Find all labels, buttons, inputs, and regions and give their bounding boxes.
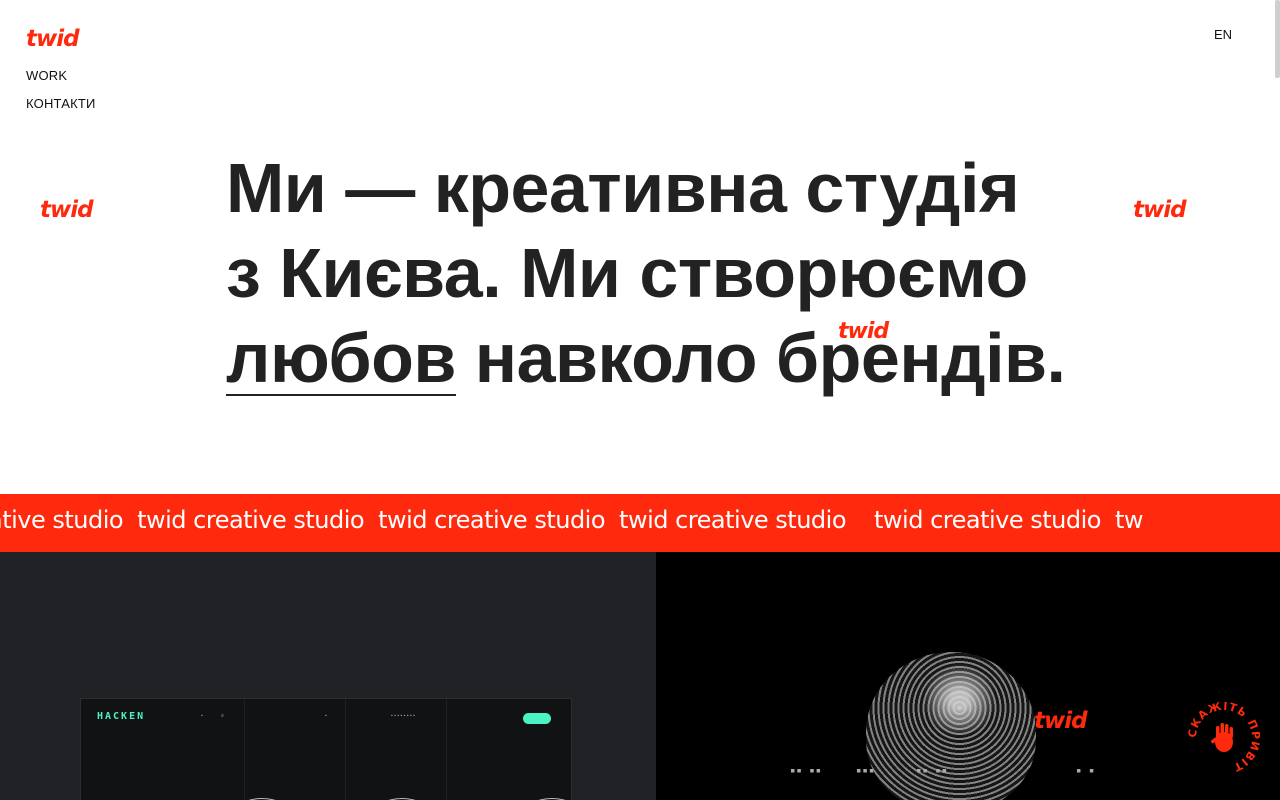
glitch-decoration: ▪▪▪ bbox=[856, 766, 876, 776]
overlay-logo: twid bbox=[1034, 708, 1088, 734]
mockup-text: ▪ ▪ ▪ ▪ ▪ ▪ ▪ ▪ bbox=[391, 713, 415, 719]
project-mockup: HACKEN ▪ ≡ ▪ ▪ ▪ ▪ ▪ ▪ ▪ ▪ ▪ bbox=[80, 698, 583, 800]
mockup-divider bbox=[345, 699, 346, 800]
hero-line-3: любов навколо брендів. bbox=[226, 316, 1106, 401]
nav-contacts-link[interactable]: КОНТАКТИ bbox=[26, 96, 96, 111]
marquee-item: twid creative studio bbox=[378, 506, 606, 534]
glitch-decoration: ▪ ▪ bbox=[1076, 766, 1096, 776]
abstract-3d-visual bbox=[866, 652, 1036, 800]
mockup-text: ▪ bbox=[201, 713, 203, 719]
say-hi-stamp[interactable]: СКАЖІТЬ ПРИВІТ bbox=[1186, 700, 1262, 776]
hero-line-2: з Києва. Ми створюємо bbox=[226, 234, 1028, 312]
glitch-decoration: ▪▪ ▪▪ bbox=[916, 766, 949, 776]
marquee-item: tw bbox=[1114, 506, 1144, 534]
mockup-header: HACKEN ▪ ≡ ▪ ▪ ▪ ▪ ▪ ▪ ▪ ▪ ▪ bbox=[81, 699, 571, 735]
mockup-text: ▪ bbox=[325, 713, 327, 719]
marquee-item: twid creative studio bbox=[137, 506, 365, 534]
mockup-divider bbox=[446, 699, 447, 800]
marquee-item: twid creative studio bbox=[874, 506, 1101, 534]
floating-logo: twid bbox=[838, 319, 889, 344]
scrollbar[interactable] bbox=[1275, 0, 1280, 78]
mockup-button bbox=[523, 713, 551, 724]
glitch-decoration: ▪▪ ▪▪ bbox=[790, 766, 823, 776]
hero-link-love[interactable]: любов bbox=[226, 322, 456, 396]
marquee-track: ative studio twid creative studio twid cre… bbox=[0, 506, 1157, 534]
hero-line-3-rest: навколо брендів. bbox=[455, 319, 1066, 397]
hero-heading: Ми — креативна студія з Києва. Ми створю… bbox=[226, 146, 1106, 401]
project-card-hacken[interactable]: HACKEN ▪ ≡ ▪ ▪ ▪ ▪ ▪ ▪ ▪ ▪ ▪ bbox=[0, 552, 656, 800]
logo[interactable]: twid bbox=[26, 26, 80, 52]
floating-logo: twid bbox=[40, 197, 94, 223]
nav-work-link[interactable]: WORK bbox=[26, 68, 67, 83]
floating-logo: twid bbox=[1133, 197, 1187, 223]
mockup-text: ≡ bbox=[221, 713, 224, 719]
hand-icon bbox=[1210, 723, 1233, 752]
language-switch[interactable]: EN bbox=[1214, 27, 1232, 42]
marquee-item: ative studio bbox=[0, 506, 124, 534]
marquee-banner: ative studio twid creative studio twid cre… bbox=[0, 494, 1280, 552]
mockup-logo: HACKEN bbox=[97, 711, 146, 722]
mockup-divider bbox=[244, 699, 245, 800]
hero-line-1: Ми — креативна студія bbox=[226, 149, 1020, 227]
marquee-item: twid creative studio bbox=[619, 506, 846, 534]
